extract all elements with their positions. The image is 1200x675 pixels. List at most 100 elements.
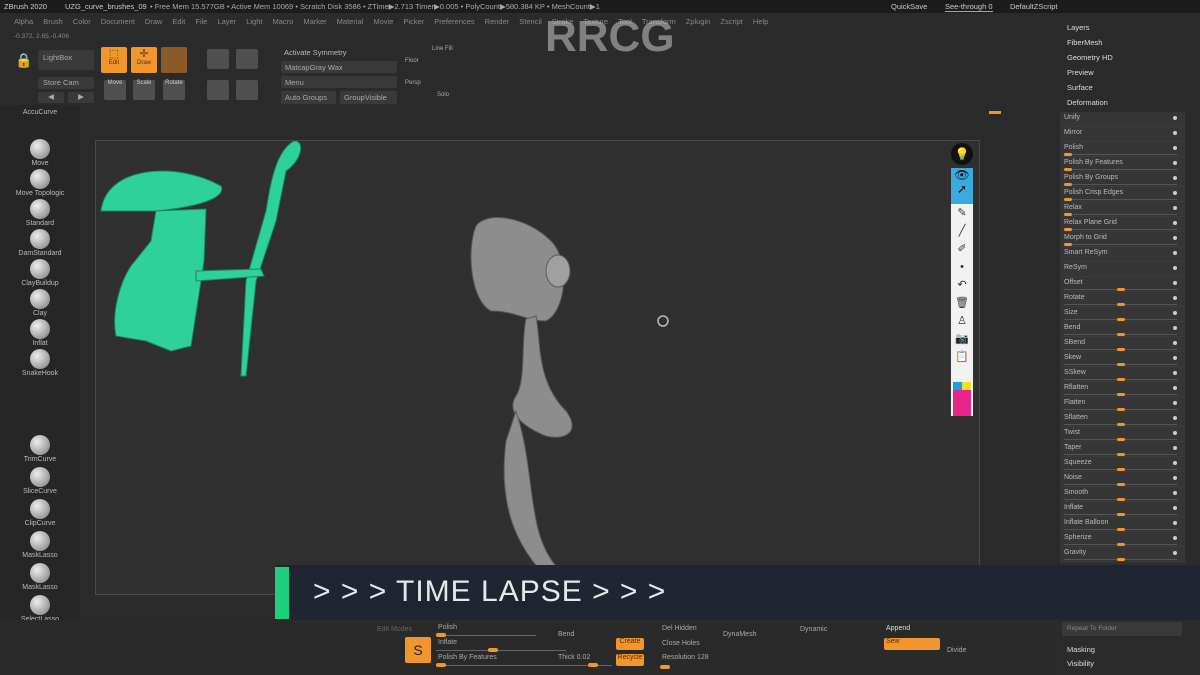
move-button[interactable]: Move — [104, 80, 126, 100]
trash-icon[interactable]: 🗑 — [951, 294, 973, 312]
lightbulb-icon[interactable]: 💡 — [951, 143, 973, 165]
right-menu-item[interactable]: Surface — [1067, 83, 1093, 92]
menu-item[interactable]: Picker — [403, 17, 424, 26]
menu-item[interactable]: Edit — [172, 17, 185, 26]
resolution-slider[interactable]: Resolution 128 — [662, 654, 709, 661]
menu-item[interactable]: Draw — [145, 17, 163, 26]
slider-knob[interactable] — [1064, 243, 1072, 246]
document-canvas[interactable] — [95, 140, 980, 596]
group-visible-button[interactable]: GroupVisible — [340, 91, 397, 104]
deformation-row[interactable]: Polish — [1060, 142, 1185, 157]
persp-button[interactable]: Persp — [405, 80, 421, 86]
deformation-action-icon[interactable] — [1173, 146, 1177, 150]
slider-knob[interactable] — [1116, 348, 1125, 351]
store-cam-button[interactable]: Store Cam — [38, 77, 94, 89]
recycle-button[interactable]: Recycle — [616, 654, 644, 666]
deformation-action-icon[interactable] — [1173, 311, 1177, 315]
menu-select[interactable]: Menu — [281, 76, 397, 88]
deformation-row[interactable]: Inflate — [1060, 502, 1185, 517]
eye-icon[interactable]: 👁 ➚ — [951, 168, 973, 204]
draw-button[interactable]: ✛ Draw — [131, 47, 157, 73]
prev-arrow-button[interactable]: ◀ — [38, 92, 64, 103]
menu-item[interactable]: Zscript — [720, 17, 743, 26]
deformation-row[interactable]: SSkew — [1060, 367, 1185, 382]
slider-knob[interactable] — [1116, 393, 1125, 396]
brush-item[interactable]: ClayBuildup — [10, 259, 70, 287]
edit-button[interactable]: ⬚ Edit — [101, 47, 127, 73]
menu-item[interactable]: Document — [101, 17, 135, 26]
deformation-row[interactable]: Polish Crisp Edges — [1060, 187, 1185, 202]
deformation-action-icon[interactable] — [1173, 176, 1177, 180]
activate-symmetry-button[interactable]: Activate Symmetry — [284, 48, 347, 57]
brush-item[interactable]: ClipCurve — [10, 499, 70, 527]
line-icon[interactable]: ╱ — [951, 222, 973, 240]
brush-item[interactable]: DamStandard — [10, 229, 70, 257]
deformation-action-icon[interactable] — [1173, 491, 1177, 495]
deformation-row[interactable]: Twist — [1060, 427, 1185, 442]
brush-item[interactable]: Standard — [10, 199, 70, 227]
deformation-row[interactable]: Mirror — [1060, 127, 1185, 142]
slider-knob[interactable] — [1064, 213, 1072, 216]
default-zscript-button[interactable]: DefaultZScript — [1010, 2, 1058, 11]
rotate-button[interactable]: Rotate — [163, 80, 185, 100]
slider-knob[interactable] — [1064, 198, 1072, 201]
next-arrow-button[interactable]: ▶ — [68, 92, 94, 103]
deformation-row[interactable]: Smooth — [1060, 487, 1185, 502]
deformation-row[interactable]: Morph to Grid — [1060, 232, 1185, 247]
transpose-icon[interactable] — [236, 80, 258, 100]
del-hidden-button[interactable]: Del Hidden — [662, 625, 697, 632]
deformation-action-icon[interactable] — [1173, 281, 1177, 285]
menu-item[interactable]: Layer — [217, 17, 236, 26]
deformation-action-icon[interactable] — [1173, 131, 1177, 135]
deformation-row[interactable]: Flatten — [1060, 397, 1185, 412]
scale-button[interactable]: Scale — [133, 80, 155, 100]
brush-item[interactable]: MaskLasso — [10, 563, 70, 591]
slider-knob[interactable] — [1116, 378, 1125, 381]
lock-icon[interactable]: 🔒 — [15, 52, 32, 69]
deformation-action-icon[interactable] — [1173, 506, 1177, 510]
slider-knob[interactable] — [1116, 543, 1125, 546]
create-button[interactable]: Create — [616, 638, 644, 650]
brush-item[interactable]: AccuCurve — [10, 109, 70, 116]
deformation-action-icon[interactable] — [1173, 116, 1177, 120]
slider-knob[interactable] — [1116, 498, 1125, 501]
dynamesh-button[interactable]: DynaMesh — [723, 631, 756, 638]
deformation-action-icon[interactable] — [1173, 371, 1177, 375]
slider-knob[interactable] — [1116, 468, 1125, 471]
slider-knob[interactable] — [1064, 168, 1072, 171]
deformation-row[interactable]: Polish By Groups — [1060, 172, 1185, 187]
inflate-slider[interactable]: Inflate — [438, 639, 457, 646]
brush-item[interactable]: SliceCurve — [10, 467, 70, 495]
deformation-action-icon[interactable] — [1173, 551, 1177, 555]
deformation-row[interactable]: Inflate Balloon — [1060, 517, 1185, 532]
deformation-action-icon[interactable] — [1173, 446, 1177, 450]
right-menu-item[interactable]: Deformation — [1067, 98, 1108, 107]
deformation-row[interactable]: Noise — [1060, 472, 1185, 487]
right-menu-item[interactable]: Geometry HD — [1067, 53, 1113, 62]
right-menu-item[interactable]: Layers — [1067, 23, 1090, 32]
slider-knob[interactable] — [1116, 288, 1125, 291]
gizmo-icon[interactable] — [207, 80, 229, 100]
slider-knob[interactable] — [1116, 408, 1125, 411]
floor-button[interactable]: Floor — [405, 58, 419, 64]
brush-item[interactable]: Clay — [10, 289, 70, 317]
lightbox-button[interactable]: LightBox — [38, 50, 94, 70]
menu-item[interactable]: Help — [753, 17, 768, 26]
deformation-row[interactable]: Rotate — [1060, 292, 1185, 307]
polish-slider[interactable]: Polish — [438, 624, 457, 631]
brush-item[interactable]: SelectLasso — [10, 595, 70, 623]
deformation-row[interactable]: Relax Plane Grid — [1060, 217, 1185, 232]
sphere-mode-button[interactable] — [161, 47, 187, 73]
slider-knob[interactable] — [1064, 228, 1072, 231]
deformation-action-icon[interactable] — [1173, 461, 1177, 465]
deformation-row[interactable]: Offset — [1060, 277, 1185, 292]
deformation-row[interactable]: Spherize — [1060, 532, 1185, 547]
append-button[interactable]: Append — [886, 625, 910, 632]
stamp-icon[interactable]: ♙ — [951, 312, 973, 330]
menu-item[interactable]: File — [195, 17, 207, 26]
deformation-action-icon[interactable] — [1173, 296, 1177, 300]
menu-item[interactable]: Color — [73, 17, 91, 26]
deformation-row[interactable]: Smart ReSym — [1060, 247, 1185, 262]
brush-item[interactable]: Inflat — [10, 319, 70, 347]
eraser-icon[interactable]: ✎ — [951, 204, 973, 222]
